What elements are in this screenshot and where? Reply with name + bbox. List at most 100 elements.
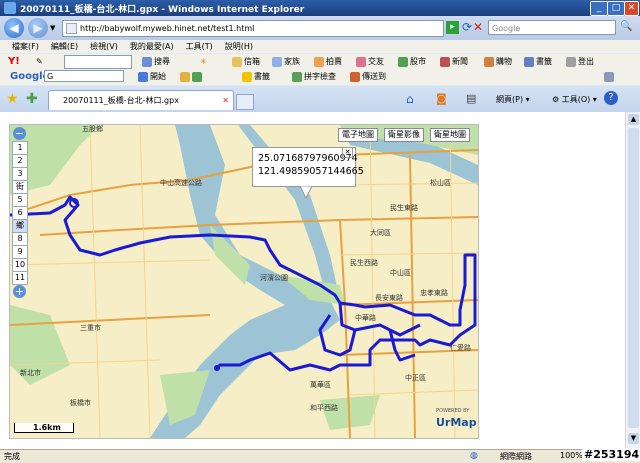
yahoo-logout[interactable]: 登出 bbox=[566, 56, 594, 67]
yahoo-stocks[interactable]: 股市 bbox=[398, 56, 426, 67]
home-icon[interactable]: ⌂ bbox=[406, 92, 414, 106]
label-highway: 中山高速公路 bbox=[160, 178, 202, 187]
search-icon bbox=[138, 71, 148, 82]
zoom-level-5[interactable]: 5 bbox=[12, 193, 28, 207]
yahoo-search-field[interactable] bbox=[64, 55, 132, 69]
label-sanchong: 三重市 bbox=[80, 323, 101, 332]
yahoo-dating[interactable]: 交友 bbox=[356, 56, 384, 67]
page-icon bbox=[66, 23, 77, 34]
google-go-button[interactable]: 開始 bbox=[138, 71, 166, 82]
menu-bar: 檔案(F) 編輯(E) 檢視(V) 我的最愛(A) 工具(T) 說明(H) bbox=[0, 40, 640, 53]
map-type-electronic[interactable]: 電子地圖 bbox=[338, 128, 378, 142]
tab-current[interactable]: 20070111_板橋-台北-林口.gpx ✕ bbox=[48, 90, 234, 110]
map-view[interactable]: 五股鄉 大同區 中山區 松山區 三重市 板橋市 萬華區 民生西路 民生東路 長安… bbox=[9, 124, 479, 439]
zoom-level-9[interactable]: 9 bbox=[12, 245, 28, 259]
add-favorite-icon[interactable]: ✚ bbox=[26, 91, 38, 107]
search-icon[interactable]: 🔍 bbox=[620, 21, 632, 32]
google-search-field[interactable]: G bbox=[44, 70, 124, 82]
zoom-level-1[interactable]: 1 bbox=[12, 141, 28, 155]
label-banqiao: 板橋市 bbox=[70, 398, 91, 407]
zone-label: 網際網路 bbox=[500, 452, 532, 461]
go-icon[interactable]: ▸ bbox=[446, 21, 459, 34]
google-bookmarks[interactable]: 書籤 bbox=[242, 71, 270, 82]
title-bar: 20070111_板橋-台北-林口.gpx - Windows Internet… bbox=[0, 0, 640, 16]
print-icon[interactable]: ▤ bbox=[466, 92, 476, 105]
pagerank-icon bbox=[192, 71, 202, 82]
rss-icon[interactable]: ◙ bbox=[436, 92, 447, 105]
stop-icon[interactable]: ✕ bbox=[473, 20, 483, 34]
label-zhongzheng: 中正區 bbox=[405, 373, 426, 382]
groups-icon bbox=[272, 56, 282, 67]
zoom-level-3[interactable]: 3 bbox=[12, 167, 28, 181]
popup-close-icon[interactable]: ✕ bbox=[342, 147, 353, 158]
scroll-down-arrow[interactable]: ▼ bbox=[628, 433, 639, 444]
forward-button[interactable]: ▶ bbox=[28, 18, 48, 38]
tools-menu[interactable]: ⚙ 工具(O) ▾ bbox=[552, 94, 597, 105]
scroll-up-arrow[interactable]: ▲ bbox=[628, 114, 639, 125]
yahoo-shopping[interactable]: 購物 bbox=[484, 56, 512, 67]
menu-edit[interactable]: 編輯(E) bbox=[51, 40, 78, 53]
zoom-out-icon[interactable]: − bbox=[13, 127, 26, 140]
menu-favorites[interactable]: 我的最愛(A) bbox=[130, 40, 174, 53]
minimize-button[interactable]: _ bbox=[590, 1, 608, 16]
close-window-button[interactable]: ✕ bbox=[624, 1, 639, 16]
refresh-icon[interactable]: ⟳ bbox=[462, 21, 472, 34]
yahoo-mail[interactable]: 信箱 bbox=[232, 56, 260, 67]
zoom-in-icon[interactable]: + bbox=[13, 285, 26, 298]
label-newtaipei: 新北市 bbox=[20, 368, 41, 377]
zoom-level-2[interactable]: 2 bbox=[12, 154, 28, 168]
google-settings[interactable] bbox=[604, 71, 616, 82]
yahoo-bookmarks[interactable]: 書籤 bbox=[524, 56, 552, 67]
dating-icon bbox=[356, 56, 366, 67]
label-minsheng-e: 民生東路 bbox=[390, 203, 418, 212]
label-songshan: 松山區 bbox=[430, 178, 451, 187]
zoom-level-11[interactable]: 11 bbox=[12, 271, 28, 285]
zoom-level-10[interactable]: 10 bbox=[12, 258, 28, 272]
new-tab-button[interactable] bbox=[236, 94, 254, 110]
google-page-tools[interactable] bbox=[180, 71, 204, 82]
yahoo-groups[interactable]: 家族 bbox=[272, 56, 300, 67]
pencil-icon[interactable]: ✎ bbox=[36, 56, 43, 67]
map-type-satellite[interactable]: 衛星影像 bbox=[384, 128, 424, 142]
yahoo-auction[interactable]: 拍賣 bbox=[314, 56, 342, 67]
vertical-scrollbar[interactable]: ▲ ▼ bbox=[625, 112, 640, 449]
map-type-hybrid[interactable]: 衛星地圖 bbox=[430, 128, 470, 142]
highlight-icon[interactable]: ✳ bbox=[200, 56, 207, 67]
yahoo-search-button[interactable]: 搜尋 bbox=[142, 56, 170, 67]
label-heping-w: 和平西路 bbox=[310, 403, 338, 412]
help-icon[interactable]: ? bbox=[604, 91, 618, 105]
favorites-star-icon[interactable]: ★ bbox=[6, 91, 19, 107]
zoom-level-6[interactable]: 6 bbox=[12, 206, 28, 220]
search-input[interactable]: Google bbox=[488, 20, 616, 35]
zoom-level-status[interactable]: 100% bbox=[560, 451, 583, 460]
menu-file[interactable]: 檔案(F) bbox=[12, 40, 39, 53]
zoom-level-8[interactable]: 8 bbox=[12, 232, 28, 246]
address-bar[interactable]: http://babywolf.myweb.hinet.net/test1.ht… bbox=[62, 20, 444, 37]
history-dropdown-icon[interactable]: ▼ bbox=[50, 24, 55, 32]
internet-zone-icon: ◍ bbox=[470, 451, 478, 461]
yahoo-logo[interactable]: Y! bbox=[8, 56, 20, 67]
google-spellcheck[interactable]: 拼字檢查 bbox=[292, 71, 336, 82]
close-tab-icon[interactable]: ✕ bbox=[222, 91, 229, 111]
route-end-marker[interactable] bbox=[214, 365, 220, 371]
zoom-level-city[interactable]: 街市 bbox=[12, 180, 28, 203]
menu-view[interactable]: 檢視(V) bbox=[90, 40, 118, 53]
label-changan-e: 長安東路 bbox=[375, 293, 403, 302]
stocks-icon bbox=[398, 56, 408, 67]
map-canvas[interactable]: 五股鄉 大同區 中山區 松山區 三重市 板橋市 萬華區 民生西路 民生東路 長安… bbox=[10, 125, 478, 438]
yahoo-news[interactable]: 新聞 bbox=[440, 56, 468, 67]
google-sendto[interactable]: 傳送到 bbox=[350, 71, 386, 82]
maximize-button[interactable]: □ bbox=[607, 1, 625, 16]
label-datong: 大同區 bbox=[370, 228, 391, 237]
menu-tools[interactable]: 工具(T) bbox=[186, 40, 213, 53]
scroll-thumb[interactable] bbox=[628, 128, 639, 428]
label-riverside-park: 河濱公園 bbox=[260, 273, 288, 282]
logout-icon bbox=[566, 56, 576, 67]
urmap-logo: UrMap bbox=[436, 416, 477, 429]
page-menu[interactable]: 網頁(P) ▾ bbox=[496, 94, 530, 105]
menu-help[interactable]: 說明(H) bbox=[225, 40, 253, 53]
back-button[interactable]: ◀ bbox=[4, 18, 24, 38]
zoom-level-town[interactable]: 鄉鎮 bbox=[12, 219, 28, 242]
url-text: http://babywolf.myweb.hinet.net/test1.ht… bbox=[80, 24, 255, 33]
status-bar: 完成 ◍ 網際網路 100% bbox=[0, 449, 640, 463]
